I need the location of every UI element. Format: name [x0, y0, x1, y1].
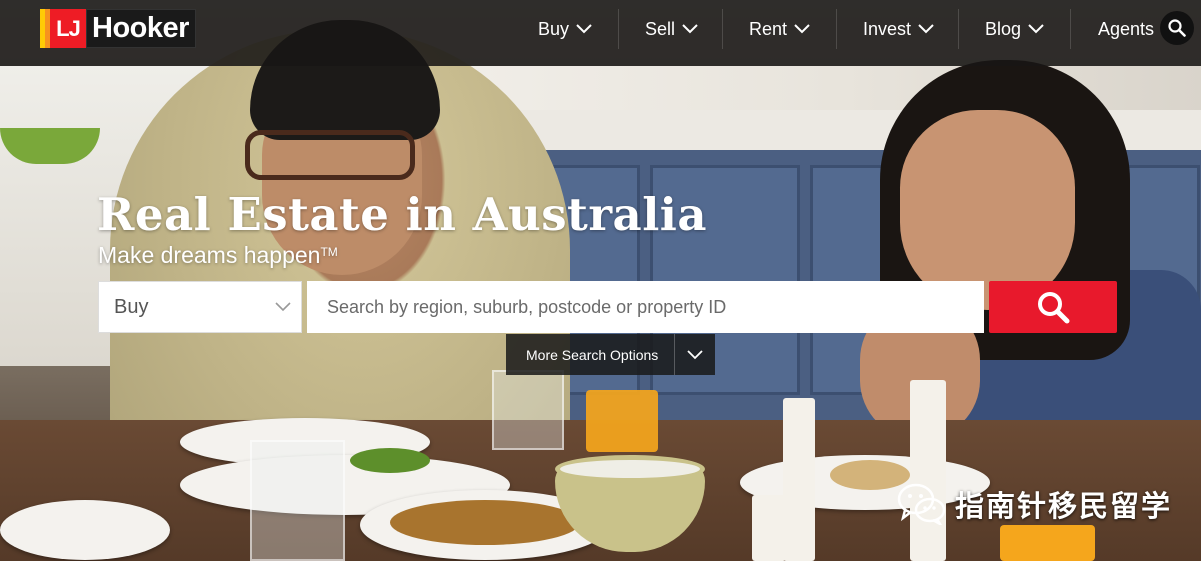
listing-type-value: Buy: [114, 295, 149, 318]
chevron-down-icon: [918, 24, 934, 34]
nav-divider: [618, 9, 619, 49]
hero-subtitle-text: Make dreams happen: [98, 242, 321, 268]
nav-divider: [958, 9, 959, 49]
glasses: [245, 130, 415, 180]
water-glass: [250, 440, 345, 561]
site-header: LJ Hooker Buy Sell Rent Invest Blog Agen…: [0, 0, 1201, 66]
hero-title: Real Estate in Australia: [97, 188, 708, 241]
search-submit-button[interactable]: [989, 281, 1117, 333]
nav-divider: [836, 9, 837, 49]
nav-label: Buy: [538, 18, 570, 39]
chevron-down-icon: [794, 24, 810, 34]
nav-item-agents[interactable]: Agents: [1098, 9, 1154, 49]
nav-item-sell[interactable]: Sell: [645, 9, 699, 49]
search-icon: [1168, 19, 1186, 37]
more-search-options-button[interactable]: More Search Options: [506, 334, 715, 375]
chevron-down-icon: [1028, 24, 1044, 34]
chevron-down-icon: [576, 24, 592, 34]
nav-label: Agents: [1098, 18, 1155, 39]
header-search-button[interactable]: [1160, 11, 1194, 45]
more-search-options-label: More Search Options: [526, 346, 659, 363]
nav-item-invest[interactable]: Invest: [863, 9, 935, 49]
nav-divider: [1070, 9, 1071, 49]
candle: [910, 380, 946, 561]
candle: [783, 398, 815, 561]
roast-food: [390, 500, 580, 545]
woman-face: [900, 110, 1075, 310]
wechat-watermark: 指南针移民留学: [897, 483, 1172, 525]
chevron-down-icon: [275, 302, 291, 312]
vegetables: [350, 448, 430, 473]
nav-label: Blog: [985, 18, 1022, 39]
property-search-input[interactable]: [307, 281, 984, 333]
main-nav: Buy Sell Rent Invest Blog Agents: [0, 9, 1201, 49]
listing-type-select[interactable]: Buy: [98, 281, 302, 333]
nav-label: Sell: [645, 18, 676, 39]
orange-juice-glass: [1000, 525, 1095, 561]
watermark-text: 指南针移民留学: [955, 489, 1173, 523]
nav-item-rent[interactable]: Rent: [749, 9, 811, 49]
chevron-down-icon: [687, 349, 703, 359]
nav-item-blog[interactable]: Blog: [985, 9, 1045, 49]
search-icon: [1038, 292, 1070, 324]
nav-divider: [722, 9, 723, 49]
wechat-icon: [897, 483, 946, 525]
nav-label: Invest: [863, 18, 912, 39]
hero-subtitle: Make dreams happenTM: [98, 242, 338, 269]
plate: [0, 500, 170, 560]
nav-label: Rent: [749, 18, 788, 39]
salad-bowl-rim: [555, 455, 705, 483]
water-glass: [492, 370, 564, 450]
orange-juice-glass: [586, 390, 658, 452]
trademark-mark: TM: [320, 245, 338, 259]
more-options-toggle: [674, 334, 715, 375]
nav-item-buy[interactable]: Buy: [538, 9, 593, 49]
candle: [752, 495, 786, 561]
chevron-down-icon: [682, 24, 698, 34]
